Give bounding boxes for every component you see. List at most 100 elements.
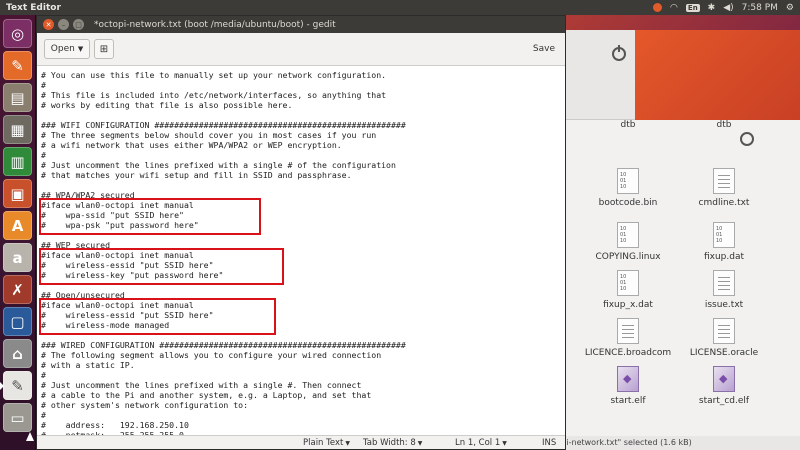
open-button-label: Open <box>50 44 75 54</box>
file-item[interactable]: issue.txt <box>676 270 772 310</box>
maximize-icon[interactable]: □ <box>73 19 84 30</box>
executable-file-icon <box>617 366 639 392</box>
ubuntu-dash-icon[interactable]: ◎ <box>3 19 32 48</box>
spreadsheet-icon[interactable]: ▥ <box>3 147 32 176</box>
text-file-icon <box>617 222 639 248</box>
file-name: LICENSE.oracle <box>689 348 759 358</box>
file-manager-statusbar: octopi-network.txt" selected (1.6 kB) <box>540 436 800 450</box>
software-icon[interactable]: ✎ <box>3 51 32 80</box>
clock[interactable]: 7:58 PM <box>742 3 778 13</box>
close-icon[interactable]: ✕ <box>43 19 54 30</box>
code-line: # You can use this file to manually set … <box>41 70 387 80</box>
highlight-box-wep <box>39 248 284 285</box>
software-center-icon[interactable]: A <box>3 211 32 240</box>
file-item[interactable]: fixup.dat <box>676 222 772 262</box>
text-file-icon <box>713 318 735 344</box>
text-editor-icon[interactable]: ✎ <box>0 371 32 400</box>
top-panel: Text Editor ◠ En ✱ ◀) 7:58 PM ⚙ <box>0 0 800 15</box>
mouse-pointer <box>26 432 34 441</box>
gedit-titlebar[interactable]: ✕ – □ *octopi-network.txt (boot /media/u… <box>37 16 565 33</box>
cursor-position-label: Ln 1, Col 1 <box>455 438 501 448</box>
syntax-label: Plain Text <box>303 438 344 448</box>
new-document-button[interactable]: ⊞ <box>94 39 114 59</box>
files-cabinet-icon[interactable]: ▦ <box>3 115 32 144</box>
amazon-icon[interactable]: a <box>3 243 32 272</box>
file-name: start.elf <box>610 396 646 406</box>
code-line: # Just uncomment the lines prefixed with… <box>41 380 362 390</box>
gear-icon[interactable]: ⚙ <box>786 3 794 13</box>
active-app-title: Text Editor <box>6 2 61 13</box>
file-name: COPYING.linux <box>595 252 661 262</box>
launcher: ◎ ✎ ▤ ▦ ▥ ▣ Aa ✗ ▢ ⌂ ✎ ▭ <box>0 15 36 450</box>
gedit-toolbar: Open ▼ ⊞ Save <box>37 33 565 66</box>
wifi-icon[interactable]: ◠ <box>670 3 678 13</box>
minimize-icon[interactable]: – <box>58 19 69 30</box>
scanner-icon[interactable]: ⌂ <box>3 339 32 368</box>
code-line: # works by editing that file is also pos… <box>41 100 293 110</box>
file-name: dtb <box>620 120 636 130</box>
file-name: fixup_x.dat <box>603 300 653 310</box>
file-name: cmdline.txt <box>698 198 750 208</box>
code-line: # The following segment allows you to co… <box>41 350 382 360</box>
settings-icon[interactable]: ✗ <box>3 275 32 304</box>
tab-width-selector[interactable]: Tab Width: 8 ▼ <box>363 437 422 449</box>
text-editor-area[interactable]: # You can use this file to manually set … <box>37 66 565 442</box>
text-file-icon <box>617 270 639 296</box>
bluetooth-icon[interactable]: ✱ <box>708 3 716 13</box>
drive-icon[interactable]: ▭ <box>3 403 32 432</box>
tab-width-label: Tab Width: 8 <box>363 438 416 448</box>
file-name: LICENCE.broadcom <box>584 348 672 358</box>
code-line: # <box>41 410 46 420</box>
files-icon[interactable]: ▤ <box>3 83 32 112</box>
text-file-icon <box>713 270 735 296</box>
code-line: # other system's network configuration t… <box>41 400 249 410</box>
text-file-icon <box>617 168 639 194</box>
power-icon[interactable] <box>612 45 626 61</box>
file-item[interactable]: COPYING.linux <box>580 222 676 262</box>
new-tab-icon: ⊞ <box>99 43 109 55</box>
volume-icon[interactable]: ◀) <box>723 3 733 13</box>
syntax-selector[interactable]: Plain Text ▼ <box>303 437 350 449</box>
file-item[interactable]: LICENSE.oracle <box>676 318 772 358</box>
code-line: # a wifi network that uses either WPA/WP… <box>41 140 342 150</box>
file-name: fixup.dat <box>703 252 745 262</box>
cursor-position[interactable]: Ln 1, Col 1 ▼ <box>455 437 507 449</box>
file-item[interactable]: start.elf <box>580 366 676 406</box>
file-item[interactable]: cmdline.txt <box>676 168 772 208</box>
file-item[interactable]: dtb <box>580 120 676 130</box>
highlight-box-wpa <box>39 198 261 235</box>
code-line: # with a static IP. <box>41 360 135 370</box>
presentation-icon[interactable]: ▣ <box>3 179 32 208</box>
save-button[interactable]: Save <box>531 39 557 59</box>
code-line: ### WIFI CONFIGURATION #################… <box>41 120 406 130</box>
chevron-down-icon: ▼ <box>77 45 84 53</box>
file-name: dtb <box>716 120 732 130</box>
gedit-statusbar: Plain Text ▼ Tab Width: 8 ▼ Ln 1, Col 1 … <box>37 435 565 449</box>
file-item[interactable]: dtb <box>676 120 772 130</box>
text-file-icon <box>713 222 735 248</box>
keyboard-layout-indicator[interactable]: En <box>685 3 700 12</box>
chevron-down-icon: ▼ <box>345 439 350 447</box>
file-item[interactable]: fixup_x.dat <box>580 270 676 310</box>
file-name: issue.txt <box>704 300 744 310</box>
search-icon[interactable] <box>740 132 754 146</box>
code-line: # <box>41 370 46 380</box>
insert-mode-label: INS <box>542 438 557 448</box>
file-item[interactable]: start_cd.elf <box>676 366 772 406</box>
chevron-down-icon: ▼ <box>502 439 507 447</box>
gedit-window: ✕ – □ *octopi-network.txt (boot /media/u… <box>36 15 566 450</box>
update-notification-icon[interactable] <box>653 3 663 12</box>
file-item[interactable]: LICENCE.broadcom <box>580 318 676 358</box>
monitor-icon[interactable]: ▢ <box>3 307 32 336</box>
code-line: # <box>41 80 46 90</box>
code-line: # The three segments below should cover … <box>41 130 377 140</box>
code-line: # Just uncomment the lines prefixed with… <box>41 160 396 170</box>
window-title: *octopi-network.txt (boot /media/ubuntu/… <box>94 19 336 30</box>
code-line: ### WIRED CONFIGURATION ################… <box>41 340 406 350</box>
file-name: start_cd.elf <box>698 396 750 406</box>
file-item[interactable]: bootcode.bin <box>580 168 676 208</box>
open-button[interactable]: Open ▼ <box>44 39 90 59</box>
file-manager-wallpaper-strip <box>635 30 800 120</box>
code-line: # a cable to the Pi and another system, … <box>41 390 372 400</box>
code-line: # that matches your wifi setup and fill … <box>41 170 352 180</box>
